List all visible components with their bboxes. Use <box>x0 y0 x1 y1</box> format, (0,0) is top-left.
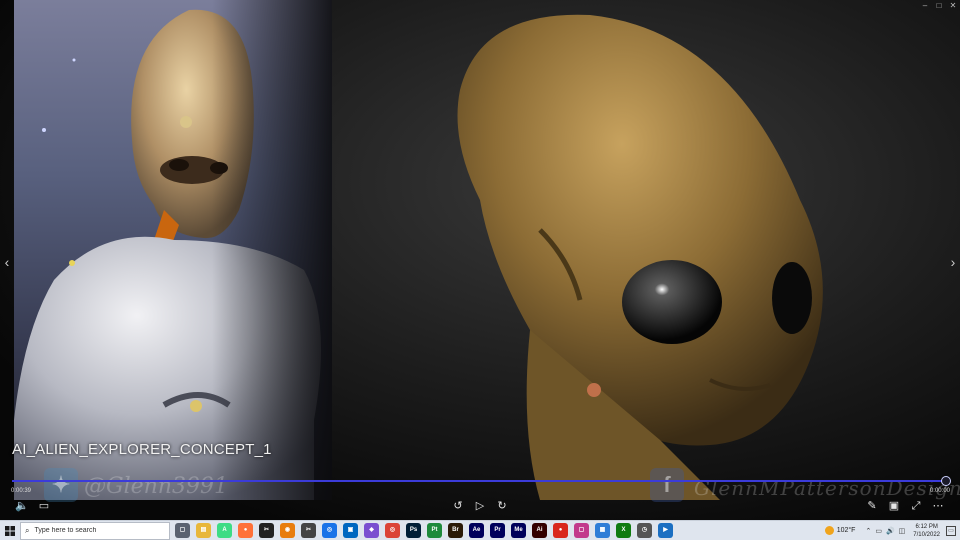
photo-viewer: – □ ✕ ‹ › AI_ALIEN_EXPLORER_CONCEPT_1 ✦ … <box>0 0 960 520</box>
taskbar-app-pixelmator-icon[interactable]: Pt <box>427 523 442 538</box>
minimize-button[interactable]: – <box>918 0 932 12</box>
taskbar-app-xbox-icon[interactable]: X <box>616 523 631 538</box>
artwork-right-alien-head <box>400 0 880 500</box>
more-options-icon[interactable]: ⋯ <box>930 498 946 514</box>
twitter-watermark-icon: ✦ <box>44 468 78 502</box>
fullscreen-icon[interactable]: ⤢ <box>908 498 924 514</box>
taskbar-app-chrome-icon[interactable]: ◎ <box>322 523 337 538</box>
taskbar-app-capcut-icon[interactable]: ✂ <box>259 523 274 538</box>
taskbar-search-box[interactable]: ⌕ <box>20 521 170 540</box>
taskbar-app-record-icon[interactable]: ● <box>553 523 568 538</box>
taskbar-app-clock-app-icon[interactable]: ◷ <box>637 523 652 538</box>
taskbar-app-firefox-icon[interactable]: ● <box>238 523 253 538</box>
taskbar: ⌕ ▢ ▤ A ● ✂ ◉ ✂ ◎ ▣ ◆ ◎ Ps Pt Br Ae Pr Me Ai ● ▢ ▦ X ◷ ▶ 102°F … <box>0 520 960 540</box>
windows-logo-icon <box>5 525 15 536</box>
taskbar-clock[interactable]: 6:12 PM 7/10/2022 <box>913 523 940 539</box>
window-controls: – □ ✕ <box>918 0 960 12</box>
taskbar-app-bridge-icon[interactable]: Br <box>448 523 463 538</box>
close-button[interactable]: ✕ <box>946 0 960 12</box>
weather-temperature: 102°F <box>836 527 856 534</box>
taskbar-apps: ▢ ▤ A ● ✂ ◉ ✂ ◎ ▣ ◆ ◎ Ps Pt Br Ae Pr Me Ai ● ▢ ▦ X ◷ ▶ <box>172 523 676 538</box>
clock-time: 6:12 PM <box>915 523 938 530</box>
play-icon[interactable]: ▷ <box>472 498 488 514</box>
notification-icon[interactable]: ▭ <box>946 525 956 536</box>
edit-icon[interactable]: ✎ <box>864 498 880 514</box>
time-remaining: 0:00:00 <box>929 488 950 494</box>
search-input[interactable] <box>34 527 145 534</box>
taskbar-app-vs-icon[interactable]: ◆ <box>364 523 379 538</box>
artwork-fade-overlay <box>212 0 332 500</box>
facebook-watermark-icon: f <box>650 468 684 502</box>
skip-back-icon[interactable]: ↺ <box>450 498 466 514</box>
seek-bar[interactable] <box>12 480 946 482</box>
taskbar-app-android-studio-icon[interactable]: A <box>217 523 232 538</box>
clock-date: 7/10/2022 <box>913 531 940 538</box>
taskbar-app-premiere-icon[interactable]: Pr <box>490 523 505 538</box>
sun-icon <box>824 526 834 535</box>
time-elapsed: 0:00:39 <box>11 488 32 494</box>
taskbar-app-snip-icon[interactable]: ▢ <box>574 523 589 538</box>
taskbar-app-blender-icon[interactable]: ◉ <box>280 523 295 538</box>
taskbar-app-chrome2-icon[interactable]: ◎ <box>385 523 400 538</box>
chevron-up-icon[interactable]: ⌃ <box>865 527 871 535</box>
next-image-arrow[interactable]: › <box>946 252 960 272</box>
taskbar-app-file-explorer-icon[interactable]: ▤ <box>196 523 211 538</box>
maximize-button[interactable]: □ <box>932 0 946 12</box>
taskbar-app-task-view-icon[interactable]: ▢ <box>175 523 190 538</box>
taskbar-app-media-encoder-icon[interactable]: Me <box>511 523 526 538</box>
watermark-twitter-handle: @Glenn3991 <box>84 474 228 499</box>
file-name-label: AI_ALIEN_EXPLORER_CONCEPT_1 <box>12 441 272 458</box>
artwork-left-alien-explorer <box>14 0 332 500</box>
taskbar-app-photoshop-icon[interactable]: Ps <box>406 523 421 538</box>
taskbar-app-illustrator-icon[interactable]: Ai <box>532 523 547 538</box>
network-icon[interactable]: ▭ <box>875 527 882 535</box>
taskbar-app-media-player-icon[interactable]: ▶ <box>658 523 673 538</box>
taskbar-app-store-icon[interactable]: ▣ <box>343 523 358 538</box>
start-button[interactable] <box>0 521 20 540</box>
mini-view-icon[interactable]: ▣ <box>886 498 902 514</box>
captions-icon[interactable]: ▭ <box>36 498 52 514</box>
system-tray: 102°F ⌃ ▭ 🔊 ◫ 6:12 PM 7/10/2022 ▭ <box>824 521 960 540</box>
taskbar-app-photos-icon[interactable]: ▦ <box>595 523 610 538</box>
seek-bar-thumb[interactable] <box>941 476 951 486</box>
taskbar-app-chrome-cut-icon[interactable]: ✂ <box>301 523 316 538</box>
previous-image-arrow[interactable]: ‹ <box>0 252 14 272</box>
weather-widget[interactable]: 102°F <box>824 526 856 535</box>
volume-tray-icon[interactable]: 🔊 <box>886 527 895 535</box>
volume-icon[interactable]: 🔈 <box>14 498 30 514</box>
alien-head-illustration <box>457 14 823 500</box>
taskbar-app-after-effects-icon[interactable]: Ae <box>469 523 484 538</box>
search-icon: ⌕ <box>25 525 30 535</box>
battery-icon[interactable]: ◫ <box>899 527 906 535</box>
skip-forward-icon[interactable]: ↻ <box>494 498 510 514</box>
